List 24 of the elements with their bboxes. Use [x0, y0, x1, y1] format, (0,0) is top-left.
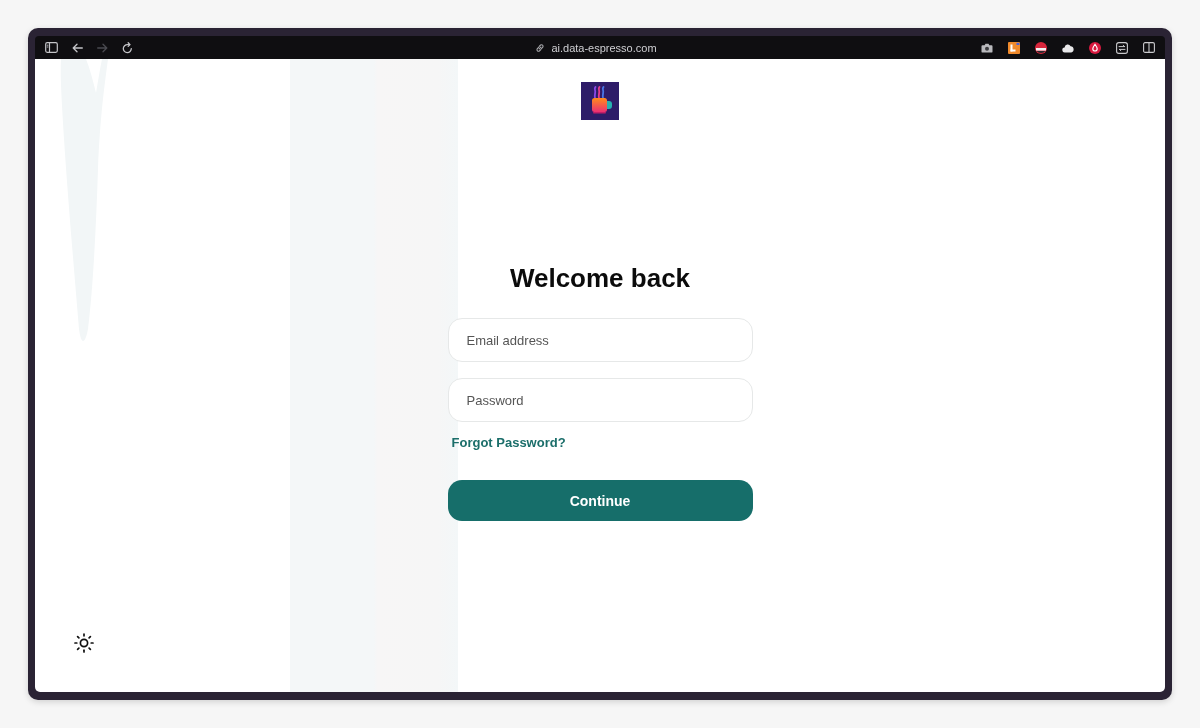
sidebar-button[interactable] [45, 42, 58, 53]
back-button[interactable] [72, 42, 83, 53]
welcome-heading: Welcome back [509, 262, 691, 294]
split-view-icon[interactable] [1143, 42, 1155, 53]
camera-icon[interactable] [981, 42, 993, 53]
tile-icon[interactable] [1008, 41, 1020, 54]
link-icon [535, 42, 546, 53]
sidebar-icon [45, 42, 58, 53]
toggle-icon[interactable] [1116, 41, 1128, 54]
address-bar[interactable]: ai.data-espresso.com [535, 41, 665, 54]
reload-button[interactable] [122, 41, 133, 54]
password-field[interactable]: Password [447, 378, 753, 422]
reload-icon [122, 41, 133, 54]
back-arrow-icon [72, 42, 83, 53]
sun-icon [74, 633, 94, 653]
email-field[interactable]: Email address [447, 318, 753, 362]
forgot-password-link[interactable]: Forgot Password? [451, 435, 566, 451]
coffee-cup-logo [581, 82, 619, 120]
drop-icon[interactable] [1089, 41, 1101, 54]
round-badge-icon[interactable] [1035, 41, 1047, 54]
continue-button[interactable]: Continue [447, 480, 753, 521]
cloud-icon[interactable] [1062, 42, 1074, 53]
forward-arrow-icon [97, 42, 108, 53]
theme-toggle-button[interactable] [74, 633, 94, 653]
